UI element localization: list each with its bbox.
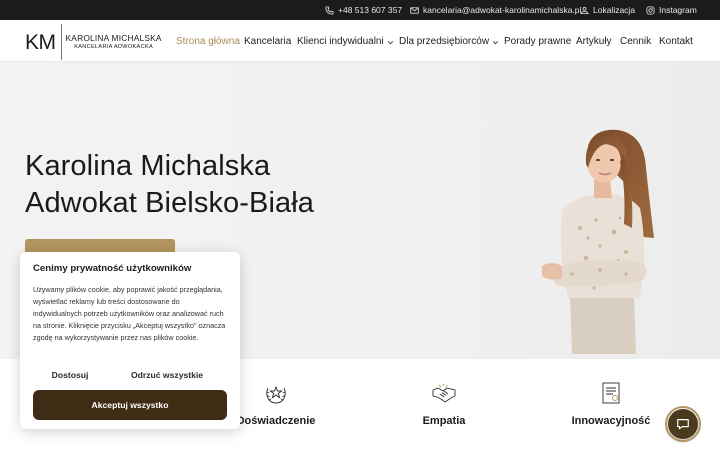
customize-button[interactable]: Dostosuj xyxy=(33,366,107,384)
document-icon xyxy=(598,380,624,406)
nav-item-articles[interactable]: Artykuły xyxy=(576,20,612,62)
instagram-link[interactable]: Instagram xyxy=(646,0,697,20)
location-label: Lokalizacja xyxy=(593,5,636,15)
phone-number: +48 513 607 357 xyxy=(338,5,403,15)
nav-item-contact[interactable]: Kontakt xyxy=(659,20,693,62)
nav-item-label: Dla przedsiębiorców xyxy=(399,35,490,47)
email-address: kancelaria@adwokat-karolinamichalska.pl xyxy=(423,5,582,15)
nav-item-firm[interactable]: Kancelaria xyxy=(244,20,291,62)
phone-icon xyxy=(325,5,334,15)
feature-empathy: Empatia xyxy=(384,380,504,427)
feature-label: Innowacyjność xyxy=(571,415,651,427)
hero-title: Karolina Michalska Adwokat Bielsko-Biała xyxy=(25,148,314,222)
feature-label: Doświadczenie xyxy=(236,415,316,427)
nav-item-business[interactable]: Dla przedsiębiorców xyxy=(399,20,499,62)
instagram-label: Instagram xyxy=(659,5,697,15)
accept-all-button[interactable]: Akceptuj wszystko xyxy=(33,390,227,420)
instagram-icon xyxy=(646,5,655,15)
cookie-secondary-actions: Dostosuj Odrzuć wszystkie xyxy=(33,366,227,384)
nav-item-label: Kontakt xyxy=(659,35,693,47)
chevron-down-icon xyxy=(387,38,394,45)
cookie-description: Używamy plików cookie, aby poprawić jako… xyxy=(33,285,226,342)
hero-title-line-1: Karolina Michalska xyxy=(25,150,271,182)
chat-bubble-icon xyxy=(676,417,690,431)
nav-item-home[interactable]: Strona główna xyxy=(176,20,240,62)
top-bar: +48 513 607 357 kancelaria@adwokat-karol… xyxy=(0,0,720,20)
nav-item-label: Artykuły xyxy=(576,35,612,47)
phone-link[interactable]: +48 513 607 357 xyxy=(325,0,402,20)
hero-title-line-2: Adwokat Bielsko-Biała xyxy=(25,187,315,219)
cookie-consent-dialog: Cenimy prywatność użytkowników Używamy p… xyxy=(20,252,240,429)
location-link[interactable]: Lokalizacja xyxy=(580,0,635,20)
email-link[interactable]: kancelaria@adwokat-karolinamichalska.pl xyxy=(410,0,581,20)
nav-item-label: Porady prawne xyxy=(504,35,572,47)
laurel-star-icon xyxy=(263,380,289,406)
handshake-icon xyxy=(431,380,457,406)
chat-button[interactable] xyxy=(665,406,701,442)
nav-item-label: Klienci indywidualni xyxy=(297,35,384,47)
envelope-icon xyxy=(410,6,419,15)
feature-label: Empatia xyxy=(422,415,466,427)
nav-item-label: Kancelaria xyxy=(244,35,292,47)
nav-item-legal-advice[interactable]: Porady prawne xyxy=(504,20,571,62)
cookie-title: Cenimy prywatność użytkowników xyxy=(33,263,192,274)
nav-item-label: Cennik xyxy=(620,35,652,47)
chevron-down-icon xyxy=(492,38,499,45)
lawyer-portrait xyxy=(542,129,654,354)
nav-item-label: Strona główna xyxy=(176,35,240,47)
feature-innovation: Innowacyjność xyxy=(551,380,671,427)
nav-item-pricing[interactable]: Cennik xyxy=(620,20,651,62)
reject-all-button[interactable]: Odrzuć wszystkie xyxy=(107,366,227,384)
main-nav: Strona główna Kancelaria Klienci indywid… xyxy=(0,20,720,62)
map-icon xyxy=(580,6,589,15)
nav-item-individual-clients[interactable]: Klienci indywidualni xyxy=(297,20,394,62)
